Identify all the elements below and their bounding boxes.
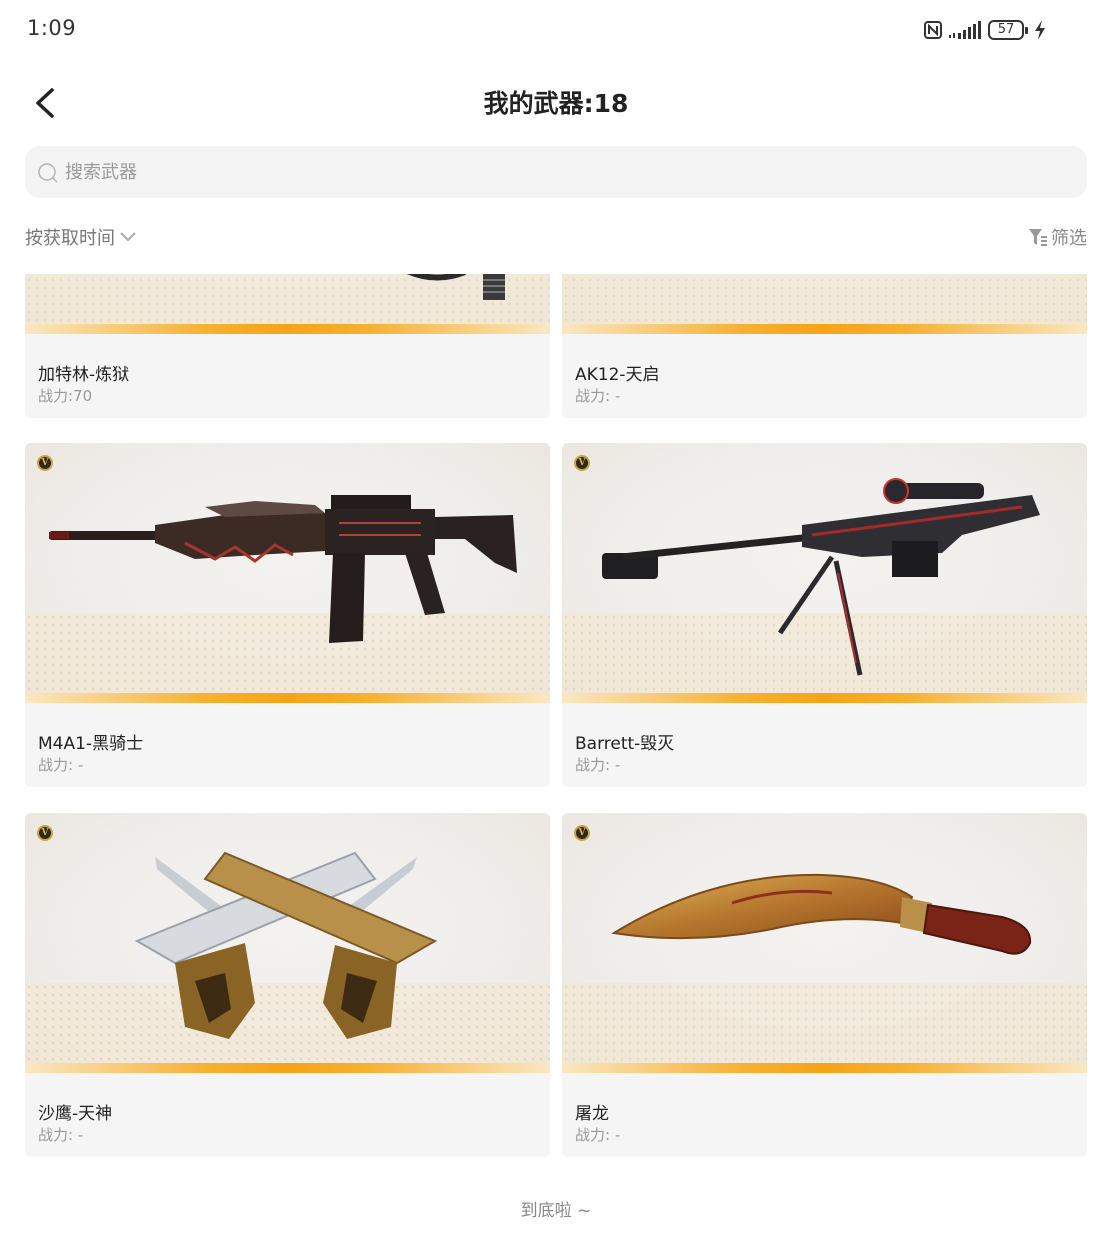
end-of-list-text: 到底啦 ~ [520,1201,592,1221]
status-icons: 57 [924,20,1046,40]
rarity-bar [25,324,550,334]
pistols-art [134,851,438,1039]
search-input[interactable] [65,146,1065,198]
search-icon [38,163,58,183]
sniper-art [602,478,1040,676]
weapon-power: 战力: - [575,756,621,774]
search-bar[interactable] [25,146,1087,198]
header: 我的武器:18 [0,70,1112,134]
filter-icon [1029,229,1047,246]
weapon-image [562,274,1087,334]
filter-button[interactable]: 筛选 [1028,224,1087,250]
page-title: 我的武器:18 [483,89,629,118]
weapon-power: 战力: - [38,1126,84,1144]
weapon-power: 战力: - [575,1126,621,1144]
kukri-art [611,873,1032,955]
weapon-name: 加特林-炼狱 [38,365,130,385]
chevron-down-icon [120,232,136,242]
weapon-power: 战力: - [575,387,621,405]
nfc-icon [924,21,942,39]
filter-label: 筛选 [1051,228,1087,249]
weapon-name: M4A1-黑骑士 [38,734,144,754]
weapon-list[interactable]: 加特林-炼狱 战力:70 AK12-天启 战力: - V M4A1-黑骑士 战力… [0,274,1112,1168]
charging-icon [1035,20,1045,40]
weapon-name: AK12-天启 [575,365,660,385]
weapon-name: 屠龙 [575,1104,609,1124]
weapon-image: V [562,813,1087,1073]
status-bar: 1:09 57 [0,0,1112,62]
rarity-bar [25,693,550,703]
rarity-bar [562,324,1087,334]
rarity-bar [25,1063,550,1073]
rifle-art [49,495,517,643]
weapon-image [25,274,550,334]
weapon-power: 战力: - [38,756,84,774]
sort-label: 按获取时间 [25,228,115,249]
battery-icon: 57 [988,20,1028,40]
signal-icon [949,21,981,39]
rarity-bar [562,693,1087,703]
weapon-name: 沙鹰-天神 [38,1104,113,1124]
status-time: 1:09 [27,16,77,40]
toolbar: 按获取时间 筛选 [25,222,1087,254]
weapon-image: V [25,443,550,703]
sort-dropdown[interactable]: 按获取时间 [25,224,137,250]
weapon-image: V [25,813,550,1073]
weapon-card[interactable]: V 屠龙 战力: - [562,813,1087,1157]
weapon-name: Barrett-毁灭 [575,734,675,754]
weapon-image: V [562,443,1087,703]
weapon-power: 战力:70 [38,387,93,405]
weapon-card[interactable]: AK12-天启 战力: - [562,274,1087,418]
rarity-bar [562,1063,1087,1073]
weapon-card[interactable]: V 沙鹰-天神 战力: - [25,813,550,1157]
weapon-card[interactable]: V Barrett-毁灭 战力: - [562,443,1087,787]
weapon-card[interactable]: V M4A1-黑骑士 战力: - [25,443,550,787]
weapon-card[interactable]: 加特林-炼狱 战力:70 [25,274,550,418]
